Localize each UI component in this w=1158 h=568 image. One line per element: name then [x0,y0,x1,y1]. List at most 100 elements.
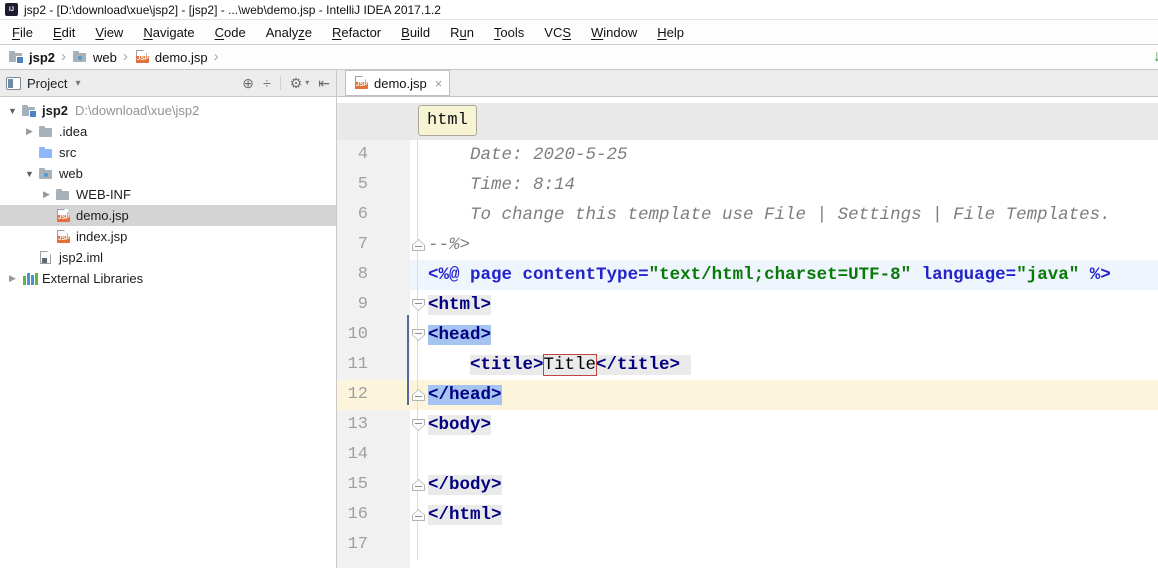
code-token [680,355,691,375]
fold-end-icon[interactable] [412,239,425,251]
menu-window[interactable]: Window [581,25,647,40]
code-text[interactable]: </head> [428,380,1158,410]
folder-shape [73,53,86,62]
code-line-15: 15</body> [337,470,1158,500]
tab-demo-jsp[interactable]: JSP demo.jsp × [345,70,450,96]
menu-code[interactable]: Code [205,25,256,40]
breadcrumb-jsp2[interactable]: jsp2 [8,49,55,65]
expanded-arrow-icon[interactable]: ▼ [4,106,21,116]
code-text[interactable] [428,440,1158,470]
code-token: <html> [428,295,491,315]
menu-vcs[interactable]: VCS [534,25,581,40]
fold-start-icon[interactable] [412,329,425,341]
chevron-right-icon: › [61,48,66,65]
tree-item-web-inf[interactable]: ▶ WEB-INF [0,184,336,205]
hide-panel-icon[interactable]: ⇤ [318,76,330,90]
chevron-down-icon[interactable]: ▾ [75,78,80,89]
gear-icon[interactable]: ⚙ [290,76,303,90]
code-text[interactable]: Time: 8:14 [428,170,1158,200]
menu-build[interactable]: Build [391,25,440,40]
tree-item-jsp2-iml[interactable]: jsp2.iml [0,247,336,268]
code-text[interactable]: <head> [428,320,1158,350]
project-panel-actions: ⊕ ÷ ⚙▾ ⇤ [242,76,330,90]
breadcrumb-demo-jsp[interactable]: JSPdemo.jsp [134,49,208,65]
code-line-14: 14 [337,440,1158,470]
code-token: page [470,265,512,285]
tree-item-web[interactable]: ▼web [0,163,336,184]
tree-item-index-jsp[interactable]: JSPindex.jsp [0,226,336,247]
close-icon[interactable]: × [435,76,443,91]
code-text[interactable]: To change this template use File | Setti… [428,200,1158,230]
fold-start-icon[interactable] [412,299,425,311]
folder-shape [9,53,22,62]
folder-shape [56,191,69,200]
collapsed-arrow-icon[interactable]: ▶ [21,126,38,137]
menu-refactor[interactable]: Refactor [322,25,391,40]
breadcrumb-label: web [93,50,117,65]
code-text[interactable]: --%> [428,230,1158,260]
tree-item-label: External Libraries [42,271,143,286]
fold-column [410,170,428,200]
code-text[interactable]: </body> [428,470,1158,500]
window-title: jsp2 - [D:\download\xue\jsp2] - [jsp2] -… [24,3,441,17]
code-token [911,265,922,285]
fold-column [410,290,428,320]
collapsed-arrow-icon[interactable]: ▶ [4,273,21,284]
fold-end-icon[interactable] [412,479,425,491]
code-token: "text/html;charset=UTF-8" [649,265,912,285]
folder-shape [39,128,52,137]
code-token: <head> [428,325,491,345]
jsp-file-icon: JSP [134,49,150,65]
tree-item-label: jsp2 [42,103,68,118]
fold-end-icon[interactable] [412,389,425,401]
code-text[interactable]: Date: 2020-5-25 [428,140,1158,170]
expanded-arrow-icon[interactable]: ▼ [21,169,38,179]
tree-item--idea[interactable]: ▶.idea [0,121,336,142]
code-text[interactable]: <title>Title</title> [428,350,1158,380]
menu-run[interactable]: Run [440,25,484,40]
code-token: = [1006,265,1017,285]
tree-item-path: D:\download\xue\jsp2 [75,103,199,118]
code-token: </body> [428,475,502,495]
locate-icon[interactable]: ⊕ [242,76,254,90]
fold-start-icon[interactable] [412,419,425,431]
code-text[interactable] [428,530,1158,560]
collapse-all-icon[interactable]: ÷ [263,76,271,90]
menu-analyze[interactable]: Analyze [256,25,322,40]
code-line-4: 4 Date: 2020-5-25 [337,140,1158,170]
file-shape: JSP [355,76,366,89]
code-text[interactable]: </html> [428,500,1158,530]
editor-body[interactable]: 4 Date: 2020-5-255 Time: 8:146 To change… [337,140,1158,568]
code-line-11: 11 <title>Title</title> [337,350,1158,380]
tree-item-demo-jsp[interactable]: JSPdemo.jsp [0,205,336,226]
menu-view[interactable]: View [85,25,133,40]
collapsed-arrow-icon[interactable]: ▶ [38,189,55,200]
code-text[interactable]: <%@ page contentType="text/html;charset=… [428,260,1158,290]
project-tree: ▼ jsp2 D:\download\xue\jsp2 ▶.ideasrc▼web ▶ W… [0,97,336,289]
tree-item-label: WEB-INF [76,187,131,202]
code-token: <body> [428,415,491,435]
breadcrumb-web[interactable]: web [72,49,117,65]
jsp-badge: JSP [355,82,368,89]
src-folder-icon [38,145,54,161]
menu-help[interactable]: Help [647,25,694,40]
tree-item-src[interactable]: src [0,142,336,163]
menu-edit[interactable]: Edit [43,25,85,40]
fold-end-icon[interactable] [412,509,425,521]
menu-tools[interactable]: Tools [484,25,534,40]
tab-label: demo.jsp [374,76,427,91]
code-text[interactable]: <body> [428,410,1158,440]
tree-item-external-libraries[interactable]: ▶ External Libraries [0,268,336,289]
code-token: </html> [428,505,502,525]
gear-caret-icon[interactable]: ▾ [305,76,309,90]
code-line-6: 6 To change this template use File | Set… [337,200,1158,230]
code-text[interactable]: <html> [428,290,1158,320]
menu-file[interactable]: File [2,25,43,40]
iml-file-icon [38,250,54,266]
file-shape [40,251,51,264]
green-arrow-icon[interactable]: ↓ [1153,48,1158,66]
title-bar: IJ jsp2 - [D:\download\xue\jsp2] - [jsp2… [0,0,1158,20]
menu-navigate[interactable]: Navigate [133,25,204,40]
tag-hint-popup: html [418,105,477,136]
tree-item-jsp2[interactable]: ▼ jsp2 D:\download\xue\jsp2 [0,100,336,121]
